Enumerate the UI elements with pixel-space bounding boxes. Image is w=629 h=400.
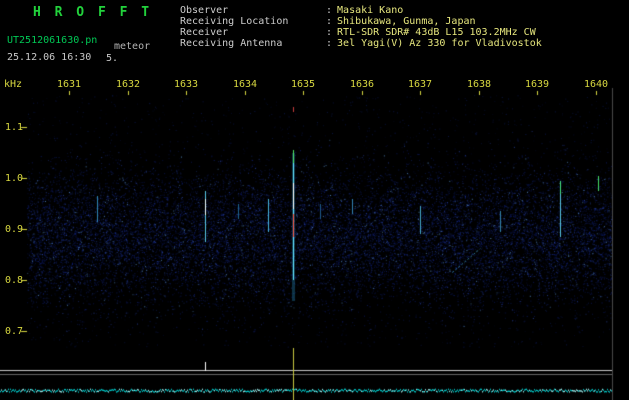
- freq-axis-unit: kHz: [4, 79, 23, 90]
- spectrogram-canvas: [0, 0, 629, 400]
- freq-tick-label: 0.7: [5, 326, 24, 337]
- time-tick-label: 1635: [290, 79, 316, 90]
- hrofft-screen: H R O F F T UT2512061630.pn meteor 25.12…: [0, 0, 629, 400]
- info-value: Shibukawa, Gunma, Japan: [337, 16, 476, 27]
- info-value: RTL-SDR SDR# 43dB L15 103.2MHz CW: [337, 27, 536, 38]
- time-tick-label: 1638: [466, 79, 492, 90]
- info-label: Receiving Location: [180, 16, 289, 27]
- timestamp-extra: 5.: [106, 53, 119, 64]
- time-tick-label: 1631: [56, 79, 82, 90]
- info-label: Receiver: [180, 27, 229, 38]
- time-tick-label: 1632: [115, 79, 141, 90]
- info-label: Observer: [180, 5, 229, 16]
- info-colon: :: [326, 38, 333, 49]
- time-tick-label: 1639: [524, 79, 550, 90]
- info-colon: :: [326, 5, 333, 16]
- time-tick-label: 1634: [232, 79, 258, 90]
- time-tick-label: 1640: [583, 79, 609, 90]
- observation-name: meteor: [114, 41, 151, 52]
- time-tick-label: 1636: [349, 79, 375, 90]
- freq-tick-label: 0.9: [5, 224, 24, 235]
- info-row-receiver: Receiver: RTL-SDR SDR# 43dB L15 103.2MHz …: [180, 27, 542, 38]
- info-value: 3el Yagi(V) Az 330 for Vladivostok: [337, 38, 542, 49]
- info-label: Receiving Antenna: [180, 38, 283, 49]
- capture-filename: UT2512061630.pn: [7, 35, 98, 46]
- station-info: Observer: Masaki Kano Receiving Location:…: [180, 5, 542, 49]
- time-tick-label: 1633: [173, 79, 199, 90]
- timestamp: 25.12.06 16:30: [7, 52, 92, 63]
- freq-tick-label: 0.8: [5, 275, 24, 286]
- time-tick-label: 1637: [407, 79, 433, 90]
- freq-tick-label: 1.1: [5, 122, 24, 133]
- info-colon: :: [326, 16, 333, 27]
- info-colon: :: [326, 27, 333, 38]
- freq-tick-label: 1.0: [5, 173, 24, 184]
- app-title: H R O F F T: [33, 5, 153, 20]
- info-value: Masaki Kano: [337, 5, 404, 16]
- info-row-observer: Observer: Masaki Kano: [180, 5, 542, 16]
- info-row-location: Receiving Location: Shibukawa, Gunma, Jap…: [180, 16, 542, 27]
- info-row-antenna: Receiving Antenna:3el Yagi(V) Az 330 for…: [180, 38, 542, 49]
